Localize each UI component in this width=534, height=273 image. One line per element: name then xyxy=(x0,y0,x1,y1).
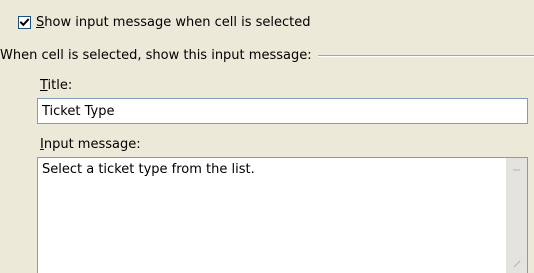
input-message-text[interactable]: Select a ticket type from the list. xyxy=(42,162,503,177)
show-input-message-label[interactable]: Show input message when cell is selected xyxy=(36,15,311,30)
input-message-textarea[interactable]: Select a ticket type from the list. xyxy=(37,157,528,273)
resize-grip-icon xyxy=(513,260,521,268)
resize-grip[interactable] xyxy=(508,254,525,271)
title-label: Title: xyxy=(40,78,72,93)
show-input-message-checkbox[interactable] xyxy=(18,15,31,29)
show-input-message-label-rest: how input message when cell is selected xyxy=(44,14,311,30)
checkmark-icon xyxy=(19,17,30,26)
message-scrollbar[interactable] xyxy=(506,158,527,273)
input-message-group: When cell is selected, show this input m… xyxy=(0,47,534,63)
scroll-up-button[interactable] xyxy=(508,160,525,177)
group-divider xyxy=(317,55,534,57)
title-label-rest: itle: xyxy=(47,78,73,93)
scroll-up-arrow-icon xyxy=(513,169,520,171)
input-message-panel: Show input message when cell is selected… xyxy=(0,0,534,273)
show-input-message-option[interactable]: Show input message when cell is selected xyxy=(18,14,311,30)
title-input[interactable] xyxy=(37,98,528,124)
group-label: When cell is selected, show this input m… xyxy=(0,47,312,63)
input-message-label: Input message: xyxy=(40,137,141,152)
title-label-accel: T xyxy=(40,78,48,93)
input-message-label-rest: nput message: xyxy=(43,137,141,152)
